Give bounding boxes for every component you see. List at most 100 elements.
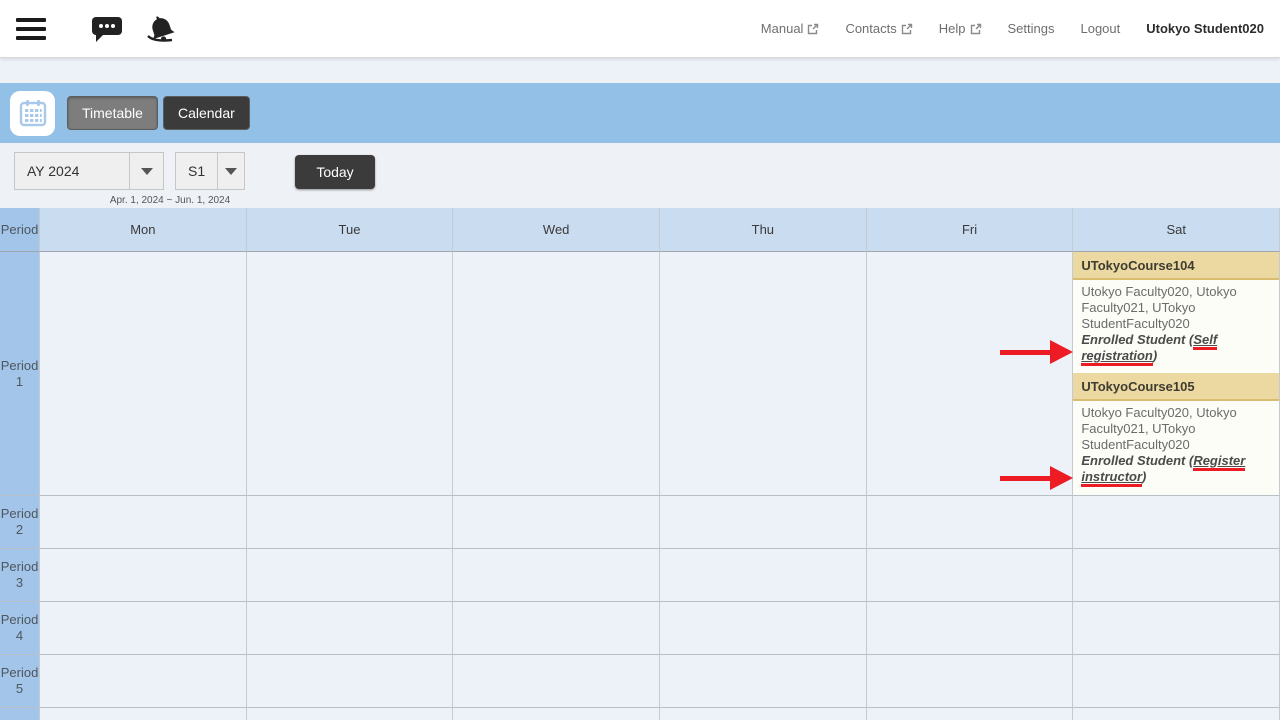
cell-wed-p3 — [453, 549, 660, 602]
cell-thu-p6 — [660, 708, 867, 720]
cell-wed-p6 — [453, 708, 660, 720]
term-value: S1 — [176, 153, 217, 189]
filter-bar: AY 2024 S1 Apr. 1, 2024 ~ Jun. 1, 2024 T… — [0, 143, 1280, 208]
nav-settings[interactable]: Settings — [1008, 21, 1055, 36]
course-card-utokyocourse105[interactable]: UTokyoCourse105 Utokyo Faculty020, Utoky… — [1073, 373, 1279, 496]
cell-mon-p1 — [40, 252, 247, 496]
chevron-down-icon — [129, 153, 163, 189]
enrollment-prefix: Enrolled Student ( — [1081, 453, 1193, 468]
course-title[interactable]: UTokyoCourse105 — [1073, 373, 1279, 401]
academic-year-select[interactable]: AY 2024 — [14, 152, 164, 190]
enrollment-status: Enrolled Student (Register instructor) — [1081, 453, 1271, 485]
course-details: Utokyo Faculty020, Utokyo Faculty021, UT… — [1073, 280, 1279, 373]
enrollment-suffix: ) — [1153, 348, 1157, 363]
nav-help[interactable]: Help — [939, 21, 982, 36]
course-details: Utokyo Faculty020, Utokyo Faculty021, UT… — [1073, 401, 1279, 496]
term-select[interactable]: S1 — [175, 152, 245, 190]
view-mode-band: Timetable Calendar — [0, 83, 1280, 143]
timetable-tab-button[interactable]: Timetable — [67, 96, 158, 130]
period-5-row: Period 5 — [0, 655, 1280, 708]
cell-wed-p5 — [453, 655, 660, 708]
nav-manual[interactable]: Manual — [761, 21, 820, 36]
top-bar: Manual Contacts Help Settings Logout — [0, 0, 1280, 58]
period-4-row: Period 4 — [0, 602, 1280, 655]
period-2-row: Period 2 — [0, 496, 1280, 549]
top-navigation: Manual Contacts Help Settings Logout — [761, 21, 1264, 36]
day-header-thu: Thu — [660, 208, 867, 252]
day-header-mon: Mon — [40, 208, 247, 252]
period-column-header: Period — [0, 208, 40, 252]
timetable-section-icon-box — [10, 91, 55, 136]
nav-contacts[interactable]: Contacts — [845, 21, 912, 36]
cell-thu-p2 — [660, 496, 867, 549]
nav-help-label: Help — [939, 21, 966, 36]
external-link-icon — [901, 23, 913, 35]
cell-thu-p4 — [660, 602, 867, 655]
period-1-row: Period 1 UTokyoCourse104 Utokyo Faculty0… — [0, 252, 1280, 496]
enrollment-suffix: ) — [1142, 469, 1146, 484]
cell-sat-p1: UTokyoCourse104 Utokyo Faculty020, Utoky… — [1073, 252, 1280, 496]
calendar-icon — [18, 98, 48, 128]
nav-logout[interactable]: Logout — [1080, 21, 1120, 36]
day-header-sat: Sat — [1073, 208, 1280, 252]
enrollment-prefix: Enrolled Student ( — [1081, 332, 1193, 347]
day-header-fri: Fri — [867, 208, 1074, 252]
cell-tue-p4 — [247, 602, 454, 655]
cell-sat-p3 — [1073, 549, 1280, 602]
cell-mon-p5 — [40, 655, 247, 708]
nav-logout-label: Logout — [1080, 21, 1120, 36]
today-button[interactable]: Today — [295, 155, 375, 189]
period-3-row: Period 3 — [0, 549, 1280, 602]
chat-icon[interactable] — [88, 13, 124, 45]
period-4-label: Period 4 — [0, 602, 40, 655]
cell-fri-p3 — [867, 549, 1074, 602]
cell-tue-p3 — [247, 549, 454, 602]
timetable-grid: Period Mon Tue Wed Thu Fri Sat Period 1 … — [0, 208, 1280, 720]
cell-tue-p6 — [247, 708, 454, 720]
cell-sat-p2 — [1073, 496, 1280, 549]
nav-contacts-label: Contacts — [845, 21, 896, 36]
course-card-utokyocourse104[interactable]: UTokyoCourse104 Utokyo Faculty020, Utoky… — [1073, 252, 1279, 373]
cell-sat-p6 — [1073, 708, 1280, 720]
cell-fri-p2 — [867, 496, 1074, 549]
cell-fri-p5 — [867, 655, 1074, 708]
cell-tue-p5 — [247, 655, 454, 708]
course-instructors: Utokyo Faculty020, Utokyo Faculty021, UT… — [1081, 405, 1236, 452]
cell-tue-p1 — [247, 252, 454, 496]
nav-manual-label: Manual — [761, 21, 804, 36]
cell-sat-p4 — [1073, 602, 1280, 655]
course-instructors: Utokyo Faculty020, Utokyo Faculty021, UT… — [1081, 284, 1236, 331]
external-link-icon — [970, 23, 982, 35]
cell-thu-p1 — [660, 252, 867, 496]
cell-fri-p4 — [867, 602, 1074, 655]
period-6-label-partial — [0, 708, 40, 720]
course-title[interactable]: UTokyoCourse104 — [1073, 252, 1279, 280]
cell-mon-p3 — [40, 549, 247, 602]
cell-mon-p4 — [40, 602, 247, 655]
academic-year-value: AY 2024 — [15, 153, 129, 189]
cell-fri-p6 — [867, 708, 1074, 720]
cell-thu-p5 — [660, 655, 867, 708]
day-header-tue: Tue — [247, 208, 454, 252]
cell-wed-p4 — [453, 602, 660, 655]
period-5-label: Period 5 — [0, 655, 40, 708]
cell-thu-p3 — [660, 549, 867, 602]
notification-bell-icon[interactable] — [142, 12, 178, 46]
cell-fri-p1 — [867, 252, 1074, 496]
cell-tue-p2 — [247, 496, 454, 549]
logged-in-username: Utokyo Student020 — [1146, 21, 1264, 36]
nav-settings-label: Settings — [1008, 21, 1055, 36]
cell-wed-p2 — [453, 496, 660, 549]
external-link-icon — [807, 23, 819, 35]
term-date-range: Apr. 1, 2024 ~ Jun. 1, 2024 — [60, 195, 280, 206]
menu-hamburger-icon[interactable] — [16, 18, 46, 40]
cell-wed-p1 — [453, 252, 660, 496]
calendar-tab-button[interactable]: Calendar — [163, 96, 250, 130]
weekday-header-row: Period Mon Tue Wed Thu Fri Sat — [0, 208, 1280, 252]
period-2-label: Period 2 — [0, 496, 40, 549]
enrollment-status: Enrolled Student (Self registration) — [1081, 332, 1271, 364]
cell-sat-p5 — [1073, 655, 1280, 708]
period-1-label: Period 1 — [0, 252, 40, 496]
day-header-wed: Wed — [453, 208, 660, 252]
chevron-down-icon — [217, 153, 244, 189]
